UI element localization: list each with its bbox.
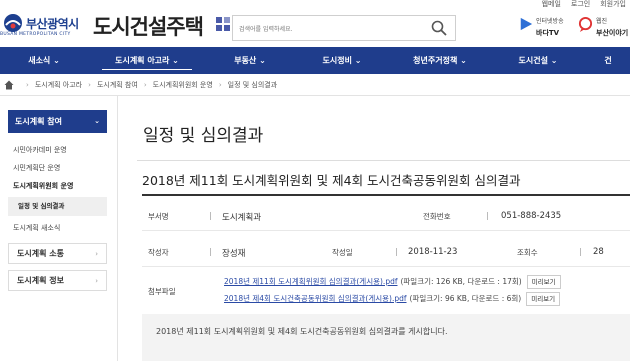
- nav-item-news[interactable]: 새소식 ⌄: [0, 47, 88, 74]
- phone-label: 전화번호: [423, 212, 451, 221]
- date-value: 2018-11-23: [408, 247, 458, 257]
- sidebar-item-citizen-planners[interactable]: 시민계획단 운영: [8, 159, 107, 177]
- home-icon[interactable]: [4, 80, 14, 90]
- login-link[interactable]: 로그인: [571, 0, 590, 9]
- nav-item-agora[interactable]: 도시계획 아고라 ⌄: [88, 47, 206, 74]
- dept-value: 도시계획과: [222, 213, 262, 223]
- chevron-right-icon: ›: [143, 80, 147, 89]
- busan-logo-icon[interactable]: [3, 13, 23, 33]
- sidebar-item-academy[interactable]: 시민아카데미 운영: [8, 141, 107, 159]
- chevron-down-icon: ⌄: [94, 117, 100, 125]
- nav-item-construction[interactable]: 도시건설 ⌄: [490, 47, 586, 74]
- sidebar-box-label: 도시계획 소통: [17, 249, 64, 258]
- chevron-right-icon: ›: [95, 250, 98, 258]
- attachment-item: 2018년 제4회 도시건축공동위원회 심의결과(게시용).pdf (파일크기: …: [224, 292, 561, 306]
- phone-value: 051-888-2435: [501, 211, 562, 221]
- sidebar-item-news[interactable]: 도시계획 새소식: [8, 219, 107, 237]
- post-body-text: 2018년 제11회 도시계획위원회 및 제4회 도시건축공동위원회 심의결과를…: [156, 327, 448, 336]
- chevron-right-icon: ›: [26, 80, 29, 89]
- attachment-link[interactable]: 2018년 제4회 도시건축공동위원회 심의결과(게시용).pdf: [224, 294, 407, 303]
- attachment-link[interactable]: 2018년 제11회 도시계획위원회 심의결과(게시용).pdf: [224, 277, 397, 286]
- info-row-author: 작성자 장성재 작성일 2018-11-23 조회수 28: [142, 247, 630, 259]
- logo-subtext: BUSAN METROPOLITAN CITY: [0, 32, 71, 37]
- divider: [210, 212, 211, 220]
- sidebar: 도시계획 참여 ⌄ 시민아카데미 운영 시민계획단 운영 도시계획위원회 운영 …: [0, 96, 118, 361]
- post-title: 2018년 제11회 도시계획위원회 및 제4회 도시건축공동위원회 심의결과: [142, 173, 521, 188]
- utility-bar: 웹메일 로그인 회원가입: [542, 0, 630, 9]
- search-box: [232, 15, 456, 42]
- author-label: 작성자: [148, 248, 169, 257]
- sidebar-list: 시민아카데미 운영 시민계획단 운영 도시계획위원회 운영 일정 및 심의결과 …: [8, 141, 107, 237]
- speech-bubble-icon: [578, 17, 593, 32]
- main-content: 일정 및 심의결과 2018년 제11회 도시계획위원회 및 제4회 도시건축공…: [119, 96, 630, 361]
- breadcrumb-item[interactable]: 도시계획 아고라: [35, 80, 82, 90]
- header: 부산광역시 BUSAN METROPOLITAN CITY 도시건설주택 인터넷…: [0, 9, 630, 47]
- attachments-row: 첨부파일 2018년 제11회 도시계획위원회 심의결과(게시용).pdf (파일…: [142, 273, 630, 309]
- search-input[interactable]: [233, 17, 423, 42]
- dept-label: 부서명: [148, 212, 169, 221]
- divider: [137, 160, 630, 161]
- chevron-right-icon: ›: [88, 80, 91, 89]
- sidebar-head[interactable]: 도시계획 참여 ⌄: [8, 110, 107, 133]
- search-icon[interactable]: [431, 20, 447, 36]
- divider: [487, 212, 488, 220]
- breadcrumb-item[interactable]: 도시계획위원회 운영: [153, 80, 213, 90]
- divider: [396, 248, 397, 256]
- quick-label-top: 인터넷방송: [536, 18, 564, 25]
- attach-label: 첨부파일: [148, 287, 176, 296]
- page-title: 일정 및 심의결과: [143, 126, 264, 146]
- preview-button[interactable]: 미리보기: [526, 275, 561, 289]
- divider: [142, 230, 630, 231]
- breadcrumb: › 도시계획 아고라 › 도시계획 참여 › 도시계획위원회 운영 › 일정 및…: [0, 74, 630, 96]
- sidebar-box-info[interactable]: 도시계획 정보 ›: [8, 270, 107, 291]
- chevron-right-icon: ›: [218, 80, 222, 89]
- site-title[interactable]: 도시건설주택: [93, 11, 204, 41]
- quick-label-bottom: 부산이야기: [596, 29, 629, 37]
- divider: [142, 194, 630, 196]
- nav-item-renewal[interactable]: 도시정비 ⌄: [294, 47, 390, 74]
- webmail-link[interactable]: 웹메일: [542, 0, 561, 9]
- attachment-item: 2018년 제11회 도시계획위원회 심의결과(게시용).pdf (파일크기: 1…: [224, 275, 561, 289]
- breadcrumb-item[interactable]: 도시계획 참여: [97, 80, 138, 90]
- quick-label-top: 웹진: [596, 18, 608, 25]
- author-value: 장성재: [222, 249, 246, 259]
- join-link[interactable]: 회원가입: [600, 0, 626, 9]
- nav-item-more[interactable]: 건: [586, 47, 630, 74]
- menu-grid-icon[interactable]: [216, 17, 230, 31]
- nav-item-realestate[interactable]: 부동산 ⌄: [206, 47, 294, 74]
- divider: [210, 248, 211, 256]
- divider: [142, 266, 630, 267]
- divider: [580, 248, 581, 256]
- post-body: 2018년 제11회 도시계획위원회 및 제4회 도시건축공동위원회 심의결과를…: [142, 314, 630, 361]
- preview-button[interactable]: 미리보기: [526, 292, 561, 306]
- sidebar-subitem-schedule[interactable]: 일정 및 심의결과: [8, 197, 107, 216]
- play-icon: [520, 17, 533, 31]
- nav-item-youth-housing[interactable]: 청년주거정책 ⌄: [390, 47, 490, 74]
- sidebar-box-label: 도시계획 정보: [17, 276, 64, 285]
- quick-link-webzine[interactable]: 웹진 부산이야기: [577, 14, 630, 42]
- attachment-meta: (파일크기: 126 KB, 다운로드 : 17회): [400, 277, 522, 286]
- breadcrumb-current: 일정 및 심의결과: [227, 80, 278, 89]
- sidebar-head-label: 도시계획 참여: [15, 117, 62, 126]
- views-label: 조회수: [517, 248, 538, 257]
- logo-text[interactable]: 부산광역시: [26, 15, 79, 32]
- quick-label-bottom: 바다TV: [536, 29, 560, 37]
- attachment-meta: (파일크기: 96 KB, 다운로드 : 6회): [409, 294, 522, 303]
- quick-link-badatv[interactable]: 인터넷방송 바다TV: [517, 14, 567, 42]
- sidebar-item-committee[interactable]: 도시계획위원회 운영: [8, 177, 107, 195]
- views-value: 28: [593, 247, 604, 257]
- date-label: 작성일: [332, 248, 353, 257]
- sidebar-box-communication[interactable]: 도시계획 소통 ›: [8, 243, 107, 264]
- chevron-right-icon: ›: [95, 277, 98, 285]
- info-row-dept: 부서명 도시계획과 전화번호 051-888-2435: [142, 211, 630, 223]
- main-nav: 새소식 ⌄ 도시계획 아고라 ⌄ 부동산 ⌄ 도시정비 ⌄ 청년주거정책 ⌄ 도…: [0, 47, 630, 74]
